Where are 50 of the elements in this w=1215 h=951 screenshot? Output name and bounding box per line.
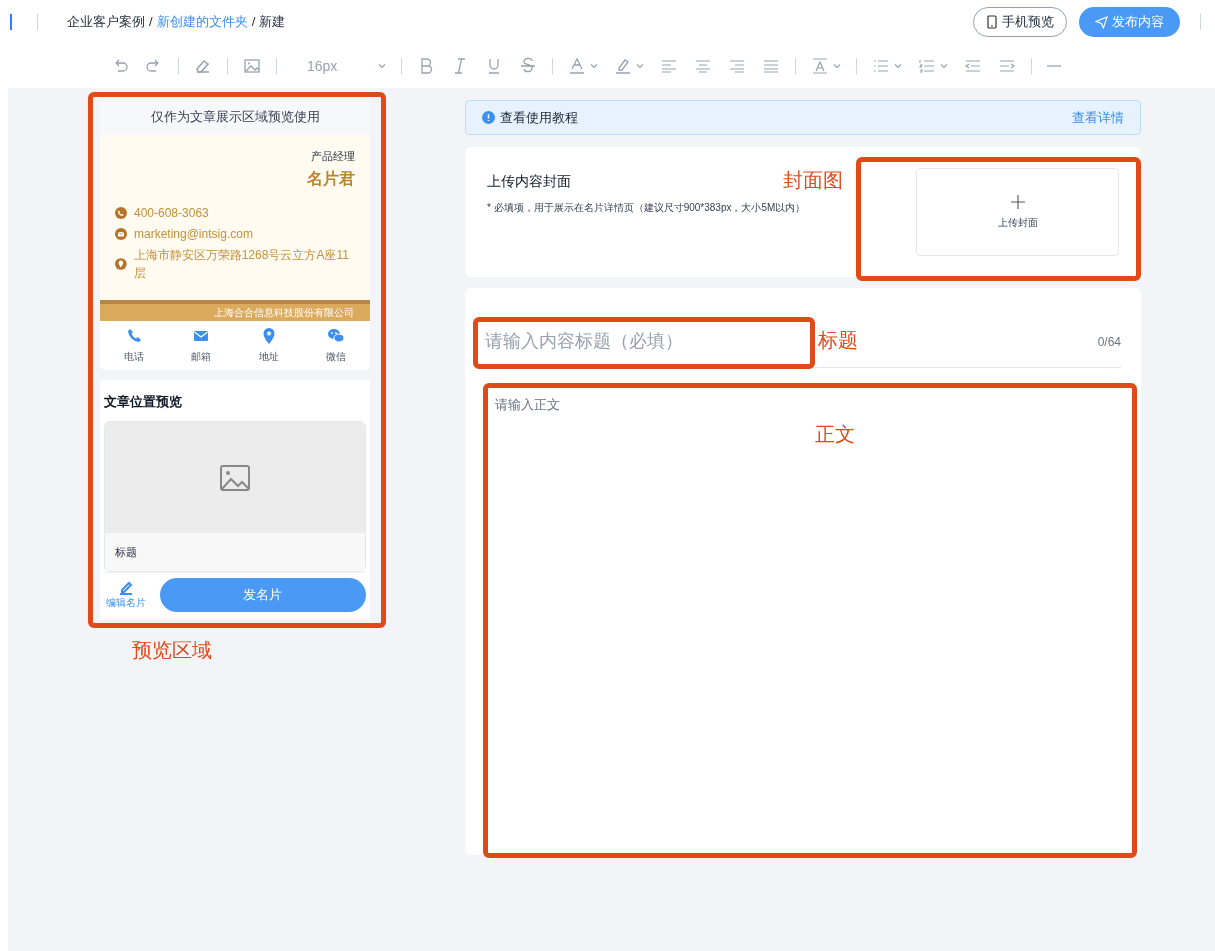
cover-title: 上传内容封面 (487, 172, 571, 191)
pen-icon (117, 579, 134, 595)
insert-image-icon (242, 56, 262, 76)
image-placeholder-icon (220, 464, 250, 491)
annotation-label: 正文 (815, 422, 855, 447)
annotation-label: 预览区域 (132, 638, 212, 663)
annotation-label: 封面图 (783, 168, 843, 193)
chat-bubbles-icon (327, 326, 346, 345)
section-title: 文章位置预览 (104, 392, 183, 411)
horizontal-rule-icon (1046, 65, 1063, 67)
phone-icon (115, 206, 127, 219)
contact-action[interactable]: 地址 (235, 326, 303, 364)
contact-action[interactable]: 电话 (100, 326, 168, 364)
breadcrumb-item: 新建 (259, 13, 286, 32)
phone-text: 400-608-3063 (134, 204, 209, 222)
info-icon (482, 111, 495, 124)
caret-icon (377, 61, 388, 71)
cover-hint: * 必填项，用于展示在名片详情页（建议尺寸900*383px，大小5M以内） (487, 201, 806, 215)
company-bar: 上海合合信息科技股份有限公司 (100, 299, 370, 322)
email-icon (115, 227, 127, 240)
font-color-button[interactable] (567, 56, 600, 76)
breadcrumb-separator: / (149, 13, 153, 32)
insert-image-button[interactable] (242, 56, 262, 76)
email-text: marketing@intsig.com (134, 225, 253, 243)
contact-action[interactable]: 微信 (302, 326, 370, 364)
caret-icon (893, 61, 904, 71)
preview-notice: 仅作为文章展示区域预览使用 (150, 108, 320, 127)
edit-card-button[interactable]: 编辑名片 (104, 579, 148, 610)
send-icon (1095, 15, 1108, 29)
banner-text: 查看使用教程 (500, 108, 578, 127)
upload-cover-button[interactable]: 上传封面 (916, 168, 1119, 256)
caret-icon (939, 61, 950, 71)
character-counter: 0/64 (1097, 333, 1121, 351)
annotation-label: 标题 (818, 328, 858, 353)
text-style-button[interactable] (810, 56, 843, 76)
caret-icon (635, 61, 646, 71)
article-title: 标题 (115, 544, 137, 560)
horizontal-rule-button[interactable] (1046, 65, 1063, 67)
breadcrumb-item: 企业客户案例 (67, 13, 145, 32)
breadcrumb-separator: / (251, 13, 256, 32)
card-name: 名片君 (307, 168, 355, 189)
caret-icon (589, 61, 600, 71)
plus-icon (1010, 194, 1025, 209)
phone-preview-button[interactable]: 手机预览 (973, 7, 1067, 37)
phone-icon (986, 15, 998, 29)
caret-icon (832, 61, 843, 71)
address-icon (115, 257, 127, 270)
address-text: 上海市静安区万荣路1268号云立方A座11层 (133, 246, 350, 282)
contact-action[interactable]: 邮箱 (167, 326, 235, 364)
job-title: 产品经理 (311, 149, 355, 165)
